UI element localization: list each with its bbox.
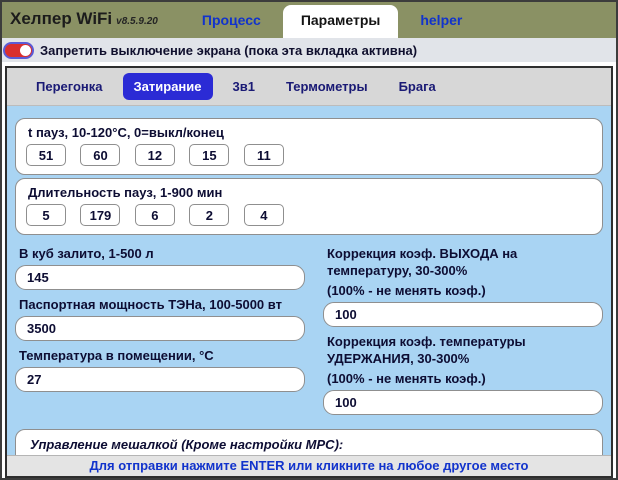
- mixer-control-title: Управление мешалкой (Кроме настройки MPC…: [30, 437, 590, 452]
- mixer-control-group: Управление мешалкой (Кроме настройки MPC…: [15, 429, 603, 455]
- pause-temp-input-4[interactable]: [189, 144, 229, 166]
- subtab-bar: Перегонка Затирание 3в1 Термометры Брага: [7, 68, 611, 106]
- pause-duration-input-2[interactable]: [80, 204, 120, 226]
- output-correction-hint: (100% - не менять коэф.): [327, 282, 603, 299]
- mashing-settings-form: t пауз, 10-120°C, 0=выкл/конец Длительно…: [7, 106, 611, 455]
- pause-duration-input-4[interactable]: [189, 204, 229, 226]
- subtab-3in1[interactable]: 3в1: [222, 73, 266, 100]
- hold-correction-label: Коррекция коэф. температуры УДЕРЖАНИЯ, 3…: [327, 333, 603, 367]
- app-window: Хелпер WiFi v8.5.9.20 Процесс Параметры …: [0, 0, 618, 480]
- main-panel: Перегонка Затирание 3в1 Термометры Брага…: [5, 66, 613, 478]
- pause-temp-input-1[interactable]: [26, 144, 66, 166]
- pause-durations-inputs: [26, 204, 592, 226]
- app-version: v8.5.9.20: [116, 16, 158, 27]
- subtab-braga[interactable]: Брага: [388, 73, 447, 100]
- hold-correction-hint: (100% - не менять коэф.): [327, 370, 603, 387]
- volume-input[interactable]: [15, 265, 305, 290]
- hold-correction-input[interactable]: [323, 390, 603, 415]
- left-column: В куб залито, 1-500 л Паспортная мощност…: [15, 241, 305, 417]
- pause-temps-inputs: [26, 144, 592, 166]
- pause-durations-label: Длительность пауз, 1-900 мин: [28, 185, 592, 200]
- volume-label: В куб залито, 1-500 л: [19, 245, 305, 262]
- pause-temp-input-5[interactable]: [244, 144, 284, 166]
- app-title: Хелпер WiFi: [10, 9, 112, 29]
- tab-helper[interactable]: helper: [404, 12, 478, 28]
- tab-process[interactable]: Процесс: [186, 12, 277, 28]
- app-title-group: Хелпер WiFi v8.5.9.20: [10, 9, 158, 29]
- right-column: Коррекция коэф. ВЫХОДА на температуру, 3…: [323, 241, 603, 417]
- top-tab-bar: Процесс Параметры helper: [186, 5, 478, 38]
- output-correction-label: Коррекция коэф. ВЫХОДА на температуру, 3…: [327, 245, 603, 279]
- pause-temp-input-2[interactable]: [80, 144, 120, 166]
- subtab-thermometers[interactable]: Термометры: [275, 73, 379, 100]
- pause-duration-input-1[interactable]: [26, 204, 66, 226]
- submit-hint: Для отправки нажмите ENTER или кликните …: [7, 455, 611, 476]
- heater-power-input[interactable]: [15, 316, 305, 341]
- pause-duration-input-3[interactable]: [135, 204, 175, 226]
- pause-temps-group: t пауз, 10-120°C, 0=выкл/конец: [15, 118, 603, 175]
- subtab-distillation[interactable]: Перегонка: [25, 73, 114, 100]
- heater-power-label: Паспортная мощность ТЭНа, 100-5000 вт: [19, 296, 305, 313]
- room-temp-label: Температура в помещении, °C: [19, 347, 305, 364]
- screen-lock-label: Запретить выключение экрана (пока эта вк…: [40, 43, 417, 58]
- output-correction-input[interactable]: [323, 302, 603, 327]
- tab-parameters[interactable]: Параметры: [283, 5, 399, 38]
- toggle-knob-icon: [20, 45, 31, 56]
- screen-lock-toggle[interactable]: [3, 42, 34, 59]
- pause-temp-input-3[interactable]: [135, 144, 175, 166]
- pause-temps-label: t пауз, 10-120°C, 0=выкл/конец: [28, 125, 592, 140]
- room-temp-input[interactable]: [15, 367, 305, 392]
- pause-duration-input-5[interactable]: [244, 204, 284, 226]
- screen-lock-row: Запретить выключение экрана (пока эта вк…: [2, 38, 616, 62]
- subtab-mashing[interactable]: Затирание: [123, 73, 213, 100]
- parameters-columns: В куб залито, 1-500 л Паспортная мощност…: [15, 241, 603, 417]
- header-bar: Хелпер WiFi v8.5.9.20 Процесс Параметры …: [2, 2, 616, 38]
- pause-durations-group: Длительность пауз, 1-900 мин: [15, 178, 603, 235]
